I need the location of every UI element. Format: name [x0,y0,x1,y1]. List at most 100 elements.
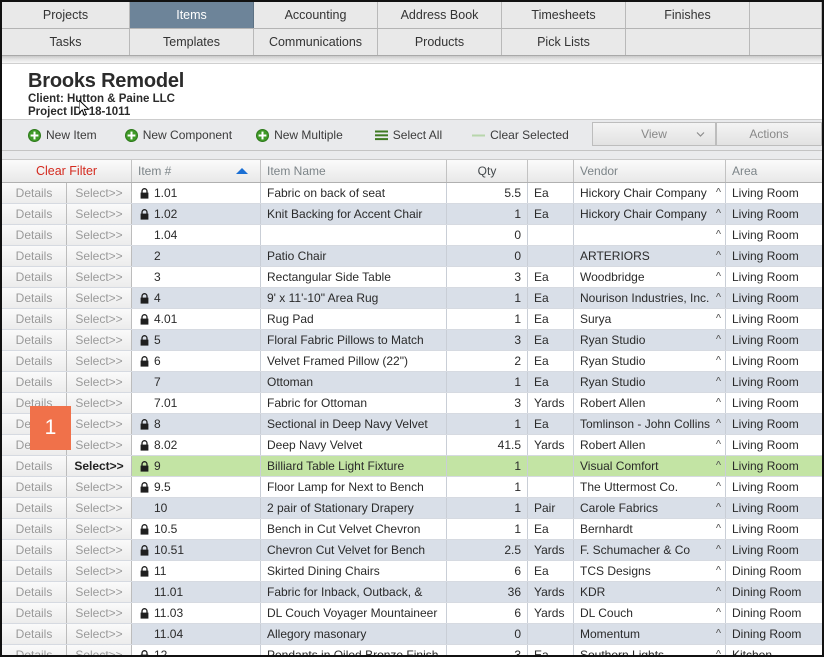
cell-uom[interactable]: Ea [528,645,574,655]
cell-item-no[interactable]: 1.01 [132,183,261,203]
cell-item-name[interactable]: DL Couch Voyager Mountaineer [261,603,447,623]
cell-item-no[interactable]: 11.01 [132,582,261,602]
cell-item-name[interactable]: Allegory masonary [261,624,447,644]
table-row[interactable]: Details Select>> 11.01 Fabric for Inback, O… [2,582,822,603]
cell-item-name[interactable]: Velvet Framed Pillow (22") [261,351,447,371]
vendor-expand-caret-icon[interactable]: ^ [716,397,721,409]
cell-area[interactable]: Living Room [726,456,820,476]
row-select-button[interactable]: Select>> [67,267,132,287]
table-row[interactable]: Details Select>> 2 Patio Chair 0 ARTERIORS ^ Li… [2,246,822,267]
table-row[interactable]: Details Select>> 1.01 Fabric on back of sea… [2,183,822,204]
table-row[interactable]: Details Select>> 1.02 Knit Backing for Acce… [2,204,822,225]
tab-projects[interactable]: Projects [2,2,130,28]
cell-uom[interactable] [528,225,574,245]
tab-templates[interactable]: Templates [130,29,254,55]
vendor-expand-caret-icon[interactable]: ^ [716,250,721,262]
cell-uom[interactable]: Ea [528,330,574,350]
cell-item-no[interactable]: 3 [132,267,261,287]
row-select-button[interactable]: Select>> [67,645,132,655]
cell-qty[interactable]: 0 [447,246,528,266]
cell-item-name[interactable]: Bench in Cut Velvet Chevron [261,519,447,539]
cell-item-name[interactable]: Floor Lamp for Next to Bench [261,477,447,497]
cell-uom[interactable]: Yards [528,603,574,623]
cell-vendor[interactable]: Nourison Industries, Inc. ^ [574,288,726,308]
cell-uom[interactable]: Ea [528,414,574,434]
cell-area[interactable]: Living Room [726,435,820,455]
vendor-expand-caret-icon[interactable]: ^ [716,376,721,388]
row-select-button[interactable]: Select>> [67,330,132,350]
table-row[interactable]: Details Select>> 7 Ottoman 1 Ea Ryan Studio ^ Li… [2,372,822,393]
cell-item-name[interactable]: 2 pair of Stationary Drapery [261,498,447,518]
cell-uom[interactable]: Ea [528,288,574,308]
table-row[interactable]: Details Select>> 6 Velvet Framed Pillow (22… [2,351,822,372]
row-details-button[interactable]: Details [2,351,67,371]
row-details-button[interactable]: Details [2,288,67,308]
table-row[interactable]: DetailsSelect>>8.02Deep Navy Velvet41.5Y… [2,435,822,456]
cell-area[interactable]: Dining Room [726,603,820,623]
row-select-button[interactable]: Select>> [67,246,132,266]
table-row[interactable]: Details Select>> 10.5 Bench in Cut Velvet C… [2,519,822,540]
cell-qty[interactable]: 3 [447,330,528,350]
cell-qty[interactable]: 1 [447,372,528,392]
cell-item-no[interactable]: 11 [132,561,261,581]
cell-vendor[interactable]: F. Schumacher & Co ^ [574,540,726,560]
table-row[interactable]: Details Select>> 11.03 DL Couch Voyager Mou… [2,603,822,624]
cell-area[interactable]: Living Room [726,498,820,518]
row-select-button[interactable]: Select>> [67,183,132,203]
row-details-button[interactable]: Details [2,561,67,581]
new-item-button[interactable]: New Item [26,120,99,150]
cell-area[interactable]: Living Room [726,540,820,560]
cell-vendor[interactable]: TCS Designs ^ [574,561,726,581]
row-select-button[interactable]: Select>> [67,372,132,392]
cell-item-no[interactable]: 1.02 [132,204,261,224]
vendor-expand-caret-icon[interactable]: ^ [716,502,721,514]
table-row[interactable]: Details Select>> 10.51 Chevron Cut Velvet f… [2,540,822,561]
tab-address-book[interactable]: Address Book [378,2,502,28]
cell-vendor[interactable]: Bernhardt ^ [574,519,726,539]
cell-qty[interactable]: 6 [447,561,528,581]
cell-area[interactable]: Living Room [726,267,820,287]
select-all-button[interactable]: Select All [373,120,444,150]
cell-item-name[interactable]: Pendants in Oiled Bronze Finish [261,645,447,655]
view-dropdown[interactable]: View [592,122,716,146]
row-select-button[interactable]: Select>> [67,288,132,308]
cell-qty[interactable]: 1 [447,309,528,329]
row-details-button[interactable]: Details [2,330,67,350]
cell-vendor[interactable]: Carole Fabrics ^ [574,498,726,518]
vendor-expand-caret-icon[interactable]: ^ [716,208,721,220]
cell-vendor[interactable]: ARTERIORS ^ [574,246,726,266]
row-details-button[interactable]: Details [2,267,67,287]
table-row[interactable]: Details Select>> 4.01 Rug Pad 1 Ea Surya ^ Livin… [2,309,822,330]
tab-timesheets[interactable]: Timesheets [502,2,626,28]
cell-vendor[interactable]: Robert Allen ^ [574,435,726,455]
cell-qty[interactable]: 1 [447,519,528,539]
cell-vendor[interactable]: Momentum ^ [574,624,726,644]
cell-uom[interactable]: Yards [528,582,574,602]
cell-item-name[interactable]: Deep Navy Velvet [261,435,447,455]
cell-item-no[interactable]: 8.02 [132,435,261,455]
table-row[interactable]: Details Select>> 12 Pendants in Oiled Bronz… [2,645,822,655]
vendor-expand-caret-icon[interactable]: ^ [716,418,721,430]
row-select-button[interactable]: Select>> [67,519,132,539]
cell-item-no[interactable]: 7 [132,372,261,392]
tab-accounting[interactable]: Accounting [254,2,378,28]
clear-selected-button[interactable]: Clear Selected [470,120,571,150]
cell-item-name[interactable]: Rectangular Side Table [261,267,447,287]
cell-item-name[interactable]: Fabric on back of seat [261,183,447,203]
cell-item-name[interactable]: Rug Pad [261,309,447,329]
vendor-expand-caret-icon[interactable]: ^ [716,334,721,346]
cell-item-no[interactable]: 9 [132,456,261,476]
vendor-expand-caret-icon[interactable]: ^ [716,460,721,472]
cell-uom[interactable] [528,456,574,476]
cell-vendor[interactable]: The Uttermost Co. ^ [574,477,726,497]
cell-qty[interactable]: 3 [447,645,528,655]
row-select-button[interactable]: Select>> [67,540,132,560]
table-row[interactable]: Details Select>> 3 Rectangular Side Table 3 E… [2,267,822,288]
table-row[interactable]: Details Select>> 1.04 0 ^ Living Room [2,225,822,246]
row-details-button[interactable]: Details [2,372,67,392]
column-header-vendor[interactable]: Vendor [574,160,726,182]
row-details-button[interactable]: Details [2,519,67,539]
cell-area[interactable]: Kitchen [726,645,820,655]
vendor-expand-caret-icon[interactable]: ^ [716,439,721,451]
column-header-item-name[interactable]: Item Name [261,160,447,182]
